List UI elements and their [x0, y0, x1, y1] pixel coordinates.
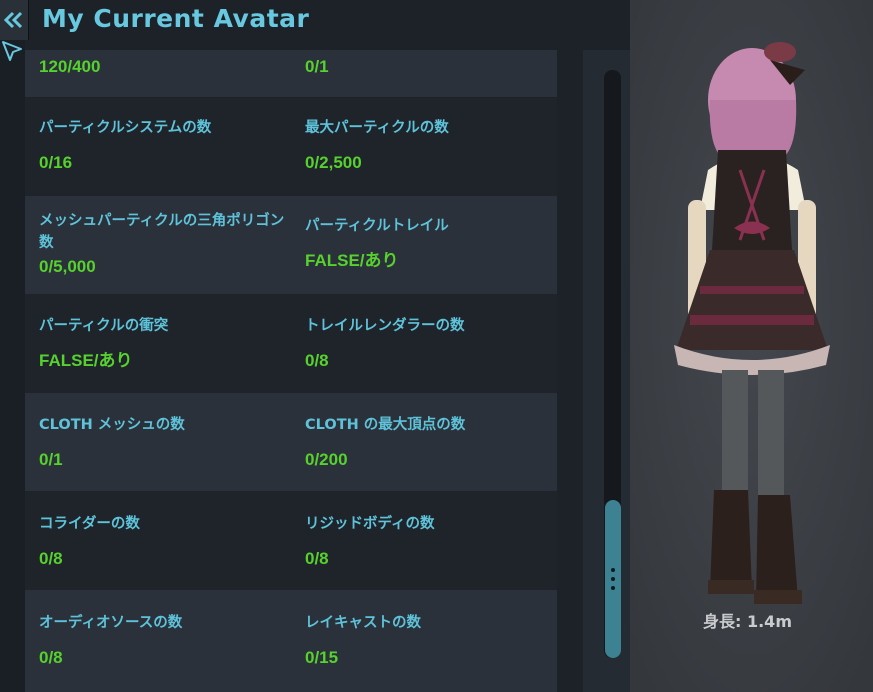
stat-label: リジッドボディの数: [305, 516, 435, 532]
stat-label: メッシュパーティクルの三角ポリゴン数: [39, 213, 285, 251]
stat-label: コライダーの数: [39, 516, 140, 532]
stat-value: 0/15: [305, 648, 339, 667]
stat-row: CLOTH メッシュの数 0/1 CLOTH の最大頂点の数 0/200: [25, 393, 557, 491]
avatar-figure: [630, 0, 873, 692]
collapse-panel-button[interactable]: [0, 0, 29, 40]
avatar-preview[interactable]: 身長: 1.4m: [630, 0, 873, 692]
grip-dots-icon: [611, 568, 615, 590]
stat-row: パーティクルの衝突 FALSE/あり トレイルレンダラーの数 0/8: [25, 294, 557, 393]
stat-value: 0/1: [39, 450, 63, 469]
stat-label: パーティクルの衝突: [39, 318, 169, 334]
stat-label: レイキャストの数: [305, 615, 421, 631]
stat-value: 0/8: [39, 549, 63, 568]
stat-label: オーディオソースの数: [39, 615, 183, 631]
stat-label: CLOTH の最大頂点の数: [305, 417, 466, 433]
stat-value: FALSE/あり: [305, 251, 399, 270]
page-title: My Current Avatar: [42, 4, 310, 33]
pointer-cursor-icon: [2, 41, 22, 61]
header-bar: My Current Avatar: [0, 0, 630, 40]
left-rail: [0, 40, 25, 692]
stat-value: 120/400: [39, 57, 101, 76]
stat-value: 0/8: [39, 648, 63, 667]
stat-value: 0/8: [305, 351, 329, 370]
stat-label: 最大パーティクルの数: [305, 120, 449, 136]
stat-row: オーディオソースの数 0/8 レイキャストの数 0/15: [25, 590, 557, 692]
stat-row: メッシュパーティクルの三角ポリゴン数 0/5,000 パーティクルトレイル FA…: [25, 196, 557, 294]
stat-value: 0/8: [305, 549, 329, 568]
avatar-height-label: 身長: 1.4m: [703, 612, 792, 631]
performance-stats-list[interactable]: 120/400 0/1 パーティクルシステムの数 0/16 最大パーティクルの数…: [25, 40, 565, 692]
stat-row: コライダーの数 0/8 リジッドボディの数 0/8: [25, 491, 557, 590]
stat-value: 0/16: [39, 153, 73, 172]
stat-value: 0/2,500: [305, 153, 362, 172]
stat-value: 0/1: [305, 57, 329, 76]
double-chevron-left-icon: [4, 11, 23, 29]
stat-row: 120/400 0/1: [25, 50, 557, 97]
stat-value: 0/5,000: [39, 257, 96, 276]
stat-value: 0/200: [305, 450, 348, 469]
stat-label: CLOTH メッシュの数: [39, 417, 185, 433]
stat-value: FALSE/あり: [39, 351, 133, 370]
stat-label: パーティクルトレイル: [305, 218, 449, 234]
stat-label: パーティクルシステムの数: [39, 120, 212, 136]
stat-label: トレイルレンダラーの数: [305, 318, 465, 334]
stat-row: パーティクルシステムの数 0/16 最大パーティクルの数 0/2,500: [25, 98, 557, 196]
